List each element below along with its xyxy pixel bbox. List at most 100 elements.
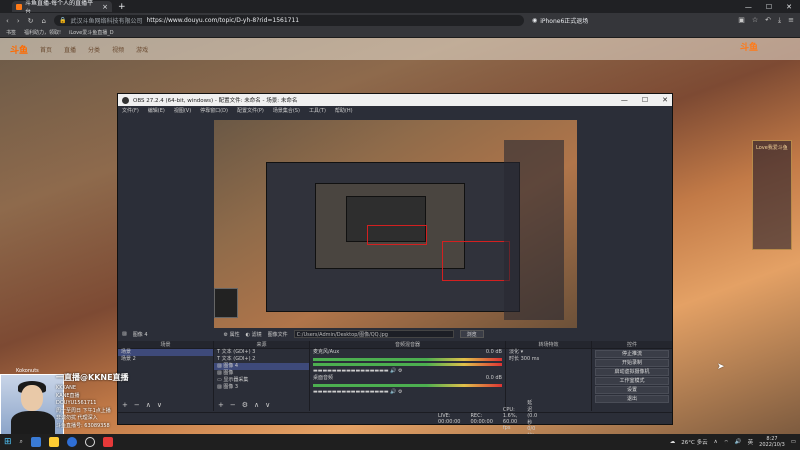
gear-icon[interactable]: ⚙ (398, 389, 402, 395)
reload-icon[interactable]: ↻ (28, 17, 34, 25)
volume-icon[interactable]: 🔊 (735, 439, 742, 445)
menu-profile[interactable]: 配置文件(P) (237, 107, 264, 114)
new-tab-icon[interactable]: + (118, 2, 126, 12)
search-icon[interactable]: ⌕ (20, 438, 23, 446)
close-tab-icon[interactable]: × (102, 3, 108, 11)
site-nav-item[interactable]: 游戏 (136, 45, 148, 54)
menu-tools[interactable]: 工具(T) (309, 107, 326, 114)
explorer-icon[interactable] (30, 437, 41, 447)
window-controls: — ☐ ✕ (745, 3, 800, 11)
speaker-icon[interactable]: 🔊 (390, 368, 396, 374)
extension-icon[interactable]: ▣ (738, 16, 745, 25)
obs-maximize-icon[interactable]: ☐ (642, 96, 648, 104)
obs-taskbar-icon[interactable] (84, 437, 95, 447)
overlay-caption: 一直播@KKNE直播 (56, 373, 129, 382)
volume-slider[interactable]: ▬▬▬▬▬▬▬▬▬▬▬▬▬▬▬▬ 🔊 ⚙ (310, 389, 505, 396)
browser-tab[interactable]: 斗鱼直播-每个人的直播平台 × (12, 0, 112, 16)
site-nav-item[interactable]: 首页 (40, 45, 52, 54)
windows-start-icon[interactable]: ⊞ (4, 437, 12, 447)
transition-type-select[interactable]: 淡化 ▾ (506, 349, 591, 356)
preview-webcam-thumb (214, 288, 238, 318)
menu-edit[interactable]: 编辑(E) (148, 107, 165, 114)
clock[interactable]: 8:27 2022/10/3 (759, 436, 785, 448)
source-item[interactable]: ▨ 图像 (214, 370, 309, 377)
start-recording-button[interactable]: 开始录制 (595, 359, 669, 367)
menu-view[interactable]: 视图(V) (174, 107, 191, 114)
add-icon[interactable]: + (218, 401, 224, 409)
volume-slider[interactable]: ▬▬▬▬▬▬▬▬▬▬▬▬▬▬▬▬ 🔊 ⚙ (310, 368, 505, 375)
move-up-icon[interactable]: ∧ (254, 401, 259, 409)
remove-icon[interactable]: − (230, 401, 236, 409)
speaker-icon[interactable]: 🔊 (390, 389, 396, 395)
tray-arrow-icon[interactable]: ∧ (714, 439, 718, 445)
gear-icon[interactable]: ⚙ (398, 368, 402, 374)
bookmark-item[interactable]: 福利助力，领取! (24, 29, 61, 36)
scenes-header: 场景 (118, 341, 213, 349)
site-nav-item[interactable]: 视频 (112, 45, 124, 54)
menu-icon[interactable]: ≡ (788, 16, 794, 25)
rec-timer: REC: 00:00:00 (470, 412, 493, 425)
forward-icon[interactable]: › (17, 17, 20, 25)
scene-item[interactable]: 场景 2 (118, 356, 213, 363)
obs-close-icon[interactable]: ✕ (662, 96, 668, 104)
source-item[interactable]: ▨ 图像 3 (214, 384, 309, 391)
promo-link[interactable]: ◉ iPhone6正式退场 (532, 16, 588, 25)
menu-help[interactable]: 帮助(H) (335, 107, 353, 114)
virtual-camera-button[interactable]: 启动虚拟摄像机 (595, 368, 669, 376)
close-window-icon[interactable]: ✕ (786, 3, 792, 11)
image-path-field[interactable]: C:/Users/Admin/Desktop/图像/QQ.jpg (293, 330, 454, 338)
input-language[interactable]: 英 (748, 438, 754, 446)
source-item[interactable]: T 文本 (GDI+) 2 (214, 356, 309, 363)
history-icon[interactable]: ↶ (765, 16, 771, 25)
download-icon[interactable]: ⤓ (778, 16, 781, 25)
controls-header: 控件 (592, 341, 672, 349)
move-up-icon[interactable]: ∧ (146, 401, 151, 409)
menu-docks[interactable]: 停靠窗口(D) (200, 107, 228, 114)
menu-file[interactable]: 文件(F) (122, 107, 139, 114)
star-icon[interactable]: ☆ (752, 16, 758, 25)
gear-icon[interactable]: ⚙ (242, 401, 248, 409)
app-icon[interactable] (102, 437, 113, 447)
source-item[interactable]: ▨ 图像 4 (214, 363, 309, 370)
site-nav-item[interactable]: 直播 (64, 45, 76, 54)
source-item[interactable]: T 文本 (GDI+) 3 (214, 349, 309, 356)
home-icon[interactable]: ⌂ (42, 17, 46, 25)
settings-button[interactable]: 设置 (595, 386, 669, 394)
side-ad-text: Love我爱斗鱼 (756, 145, 788, 151)
network-icon[interactable]: ⌔ (724, 439, 729, 446)
source-item[interactable]: ▭ 显示器采集 (214, 377, 309, 384)
filters-button[interactable]: ◐ 滤镜 (246, 331, 262, 338)
stop-streaming-button[interactable]: 停止推流 (595, 350, 669, 358)
bookmark-item[interactable]: 书签 (6, 29, 16, 36)
weather-text[interactable]: 26°C 多云 (681, 438, 707, 446)
obs-titlebar: OBS 27.2.4 (64-bit, windows) - 配置文件: 未命名… (118, 94, 672, 106)
site-nav-item[interactable]: 分类 (88, 45, 100, 54)
browse-button[interactable]: 浏览 (459, 330, 484, 338)
chevron-down-icon: ▾ (520, 349, 524, 355)
maximize-icon[interactable]: ☐ (766, 3, 772, 11)
minimize-icon[interactable]: — (745, 3, 752, 11)
exit-button[interactable]: 退出 (595, 395, 669, 403)
obs-preview[interactable] (214, 120, 577, 328)
transition-duration-field[interactable]: 300 ms (521, 356, 540, 362)
obs-logo-icon (122, 96, 129, 104)
bookmark-item[interactable]: iLove爱斗鱼直播_D (69, 29, 114, 36)
folder-icon[interactable] (48, 437, 59, 447)
notification-icon[interactable]: ▭ (791, 439, 796, 445)
scene-item[interactable]: 场景 (118, 349, 213, 356)
site-brand-logo[interactable]: 斗鱼 (740, 40, 758, 53)
properties-button[interactable]: ⚙ 属性 (224, 331, 240, 338)
move-down-icon[interactable]: ∨ (265, 401, 270, 409)
studio-mode-button[interactable]: 工作室模式 (595, 377, 669, 385)
volume-meter (313, 358, 502, 361)
back-icon[interactable]: ‹ (6, 17, 9, 25)
menu-scene-collection[interactable]: 场景集合(S) (273, 107, 300, 114)
address-bar[interactable]: 🔒 武汉斗鱼网络科技有限公司 https://www.douyu.com/top… (53, 15, 524, 26)
site-logo[interactable]: 斗鱼 (10, 43, 28, 56)
side-ad-banner[interactable]: Love我爱斗鱼 (752, 140, 792, 250)
obs-minimize-icon[interactable]: — (621, 96, 628, 104)
browser-icon[interactable] (66, 437, 77, 447)
move-down-icon[interactable]: ∨ (157, 401, 162, 409)
lock-icon: 🔒 (58, 17, 67, 24)
obs-status-bar: LIVE: 00:00:00 REC: 00:00:00 CPU: 1.6%, … (118, 400, 672, 439)
